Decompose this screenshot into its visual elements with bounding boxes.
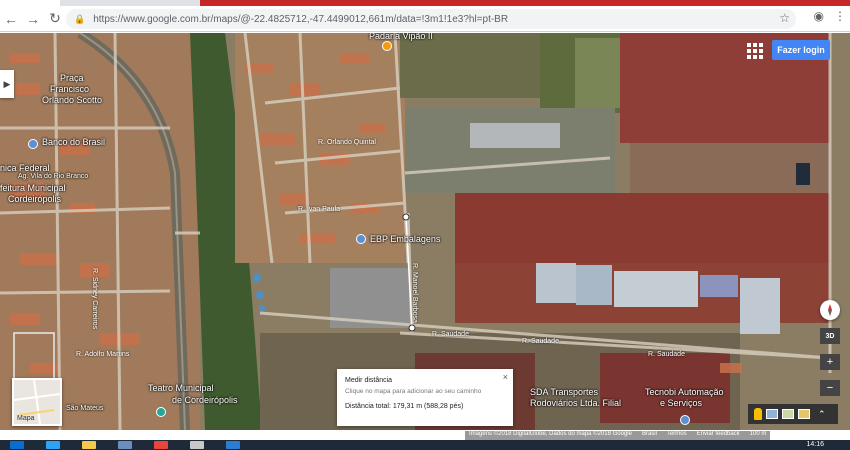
place-label[interactable]: São Mateus bbox=[66, 405, 103, 412]
os-taskbar: 14:16 bbox=[0, 440, 850, 450]
place-label[interactable]: Ag. Vila do Rio Branco bbox=[18, 173, 88, 180]
chevron-right-icon: ▶ bbox=[3, 78, 11, 89]
place-label[interactable]: Orlando Scotto bbox=[42, 95, 102, 105]
folder-icon[interactable] bbox=[82, 441, 96, 449]
reload-icon: ↻ bbox=[49, 10, 61, 26]
place-label[interactable]: nica Federal bbox=[0, 163, 50, 173]
business-pin-icon[interactable] bbox=[680, 415, 690, 425]
place-label[interactable]: Francisco bbox=[50, 84, 89, 94]
back-button[interactable]: ← bbox=[0, 8, 22, 30]
profile-icon[interactable]: ◉ bbox=[814, 9, 824, 23]
place-label[interactable]: Padaria Vipão II bbox=[369, 33, 433, 41]
measure-distance-panel: Medir distância Clique no mapa para adic… bbox=[337, 369, 513, 426]
url-text: https://www.google.com.br/maps/@-22.4825… bbox=[93, 13, 509, 25]
map-layer-label: Mapa bbox=[17, 415, 35, 422]
toolbar-right-icons: ◉ ⋮ bbox=[814, 9, 846, 23]
measure-total: Distância total: 179,31 m (588,28 pés) bbox=[345, 403, 464, 410]
app-icon[interactable] bbox=[118, 441, 132, 449]
browser-toolbar: ← → ↻ 🔒 https://www.google.com.br/maps/@… bbox=[0, 6, 850, 32]
star-icon[interactable]: ☆ bbox=[779, 11, 790, 25]
address-bar[interactable]: 🔒 https://www.google.com.br/maps/@-22.48… bbox=[66, 9, 796, 29]
map-layer-switcher[interactable]: Mapa bbox=[12, 378, 62, 426]
street-view-bar: ⌃ bbox=[748, 404, 838, 424]
map-attribution: Imagens ©2018 DigitalGlobe, Dados do map… bbox=[465, 431, 771, 440]
close-icon[interactable]: × bbox=[503, 372, 508, 382]
sign-in-button[interactable]: Fazer login bbox=[772, 40, 830, 60]
map-controls: 3D + − bbox=[820, 300, 840, 396]
taskbar-clock[interactable]: 14:16 bbox=[806, 441, 824, 448]
place-label[interactable]: e Serviços bbox=[660, 398, 702, 408]
road-label: R. Manoel Barbosa bbox=[411, 263, 418, 323]
compass-icon[interactable] bbox=[820, 300, 840, 320]
place-label[interactable]: Cordeirópolis bbox=[8, 194, 61, 204]
forward-button[interactable]: → bbox=[22, 8, 44, 30]
road-label: R. Sidney Carreiros bbox=[91, 268, 98, 330]
road-label: R. Saudade bbox=[522, 338, 559, 345]
measure-hint: Clique no mapa para adicionar ao seu cam… bbox=[345, 388, 482, 395]
bakery-pin-icon[interactable] bbox=[382, 41, 392, 51]
imagery-credit: Imagens ©2018 DigitalGlobe, Dados do map… bbox=[469, 431, 632, 437]
ie-icon[interactable] bbox=[46, 441, 60, 449]
photo-thumbnail[interactable] bbox=[766, 409, 778, 419]
3d-toggle-button[interactable]: 3D bbox=[820, 328, 840, 344]
place-label[interactable]: EBP Embalagens bbox=[370, 234, 440, 244]
scale-label[interactable]: 100 m bbox=[750, 431, 767, 440]
google-apps-button[interactable] bbox=[746, 42, 763, 59]
bank-pin-icon[interactable] bbox=[28, 139, 38, 149]
app-icon[interactable] bbox=[190, 441, 204, 449]
reload-button[interactable]: ↻ bbox=[44, 8, 66, 30]
place-label[interactable]: Tecnobi Automação bbox=[645, 387, 724, 397]
zoom-in-button[interactable]: + bbox=[820, 354, 840, 370]
place-label[interactable]: Praça bbox=[60, 73, 84, 83]
chrome-icon[interactable] bbox=[154, 441, 168, 449]
lock-icon: 🔒 bbox=[74, 13, 86, 24]
zoom-out-button[interactable]: − bbox=[820, 380, 840, 396]
expand-imagery-button[interactable]: ⌃ bbox=[818, 409, 826, 420]
photo-thumbnail[interactable] bbox=[782, 409, 794, 419]
terms-link[interactable]: Termos bbox=[667, 431, 687, 440]
place-label[interactable]: SDA Transportes bbox=[530, 387, 598, 397]
road-label: R. Adolfo Martins bbox=[76, 351, 130, 358]
place-label[interactable]: Teatro Municipal bbox=[148, 383, 214, 393]
theater-pin-icon[interactable] bbox=[156, 407, 166, 417]
road-label: R. Saudade bbox=[648, 351, 685, 358]
outlook-icon[interactable] bbox=[226, 441, 240, 449]
arrow-left-icon: ← bbox=[4, 10, 18, 27]
menu-icon[interactable]: ⋮ bbox=[834, 9, 846, 23]
photo-thumbnail[interactable] bbox=[798, 409, 810, 419]
place-label[interactable]: de Cordeirópolis bbox=[172, 395, 238, 405]
measure-title: Medir distância bbox=[345, 377, 393, 384]
country-link[interactable]: Brasil bbox=[642, 431, 657, 440]
place-label[interactable]: Banco do Brasil bbox=[42, 137, 105, 147]
place-label[interactable]: Rodoviários Ltda. Filial bbox=[530, 398, 621, 408]
arrow-right-icon: → bbox=[26, 10, 40, 27]
business-pin-icon[interactable] bbox=[356, 234, 366, 244]
road-label: R. Orlando Quintal bbox=[318, 139, 376, 146]
road-label: R. Ivan Paula bbox=[298, 206, 341, 213]
expand-sidebar-button[interactable]: ▶ bbox=[0, 70, 14, 98]
place-label[interactable]: feitura Municipal bbox=[0, 183, 66, 193]
pegman-icon[interactable] bbox=[754, 408, 762, 420]
feedback-link[interactable]: Enviar feedback bbox=[697, 431, 740, 440]
road-label: R. Saudade bbox=[432, 331, 469, 338]
start-icon[interactable] bbox=[10, 441, 24, 449]
